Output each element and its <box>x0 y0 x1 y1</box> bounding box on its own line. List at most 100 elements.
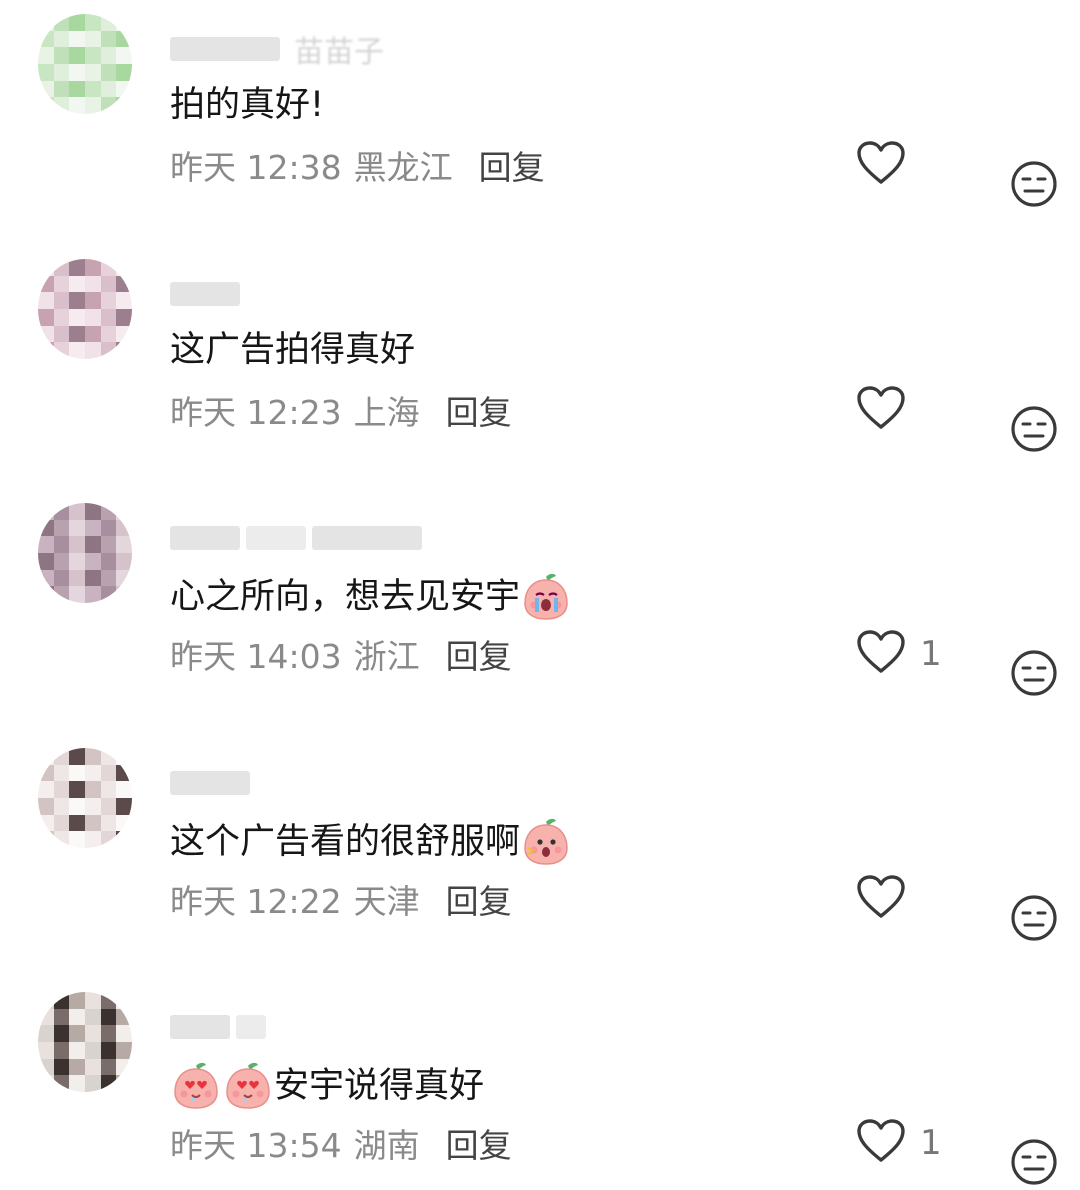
avatar-pixel <box>38 552 54 570</box>
heart-icon <box>856 874 906 924</box>
like-button[interactable]: 1 <box>856 1118 942 1168</box>
avatar-pixel <box>100 325 117 343</box>
avatar-pixel <box>69 503 85 520</box>
avatar[interactable] <box>38 503 132 603</box>
avatar-pixel <box>69 63 85 81</box>
heart-icon <box>856 140 906 190</box>
avatar-pixel <box>69 586 85 603</box>
avatar-pixel <box>116 342 132 359</box>
reply-button[interactable]: 回复 <box>446 637 512 676</box>
avatar-pixel <box>53 80 70 98</box>
avatar-pixel <box>38 781 54 798</box>
avatar-pixel <box>100 536 117 553</box>
avatar-pixel <box>85 14 101 31</box>
reply-button[interactable]: 回复 <box>446 1126 512 1165</box>
avatar-pixel <box>38 831 54 848</box>
dislike-button[interactable] <box>1010 405 1058 457</box>
avatar-pixel <box>53 519 70 537</box>
comment-text: 这广告拍得真好 <box>170 327 415 373</box>
avatar-pixel <box>100 519 117 537</box>
avatar-pixel <box>85 992 101 1009</box>
avatar-pixel <box>116 308 132 326</box>
avatar-pixel <box>85 342 101 359</box>
comment-body: 这个广告看的很舒服啊 <box>170 822 521 862</box>
dislike-face-icon <box>1010 406 1058 457</box>
avatar[interactable] <box>38 748 132 848</box>
comment-text: 心之所向，想去见安宇 <box>170 571 572 623</box>
like-button[interactable]: 1 <box>856 629 942 679</box>
avatar-pixel <box>85 1041 101 1059</box>
avatar-pixel <box>85 259 101 276</box>
username-blurred[interactable] <box>170 275 240 313</box>
avatar-pixel <box>100 97 117 114</box>
avatar-pixel <box>116 519 132 537</box>
avatar-pixel <box>69 1025 85 1042</box>
avatar-pixel <box>69 14 85 31</box>
heart-eyes-peach-emoji <box>222 1060 274 1112</box>
dislike-button[interactable] <box>1010 894 1058 946</box>
avatar-pixel <box>85 519 101 537</box>
avatar-pixel <box>100 1008 117 1026</box>
avatar-pixel <box>53 586 70 603</box>
avatar[interactable] <box>38 992 132 1092</box>
avatar-pixel <box>116 992 132 1009</box>
avatar-pixel <box>100 47 117 64</box>
avatar-pixel <box>100 342 117 359</box>
avatar-pixel <box>53 342 70 359</box>
avatar-pixel <box>100 63 117 81</box>
avatar-pixel <box>69 325 85 343</box>
heart-icon <box>856 1118 906 1168</box>
avatar[interactable] <box>38 259 132 359</box>
avatar-pixel <box>116 781 132 798</box>
avatar-pixel <box>38 47 54 64</box>
avatar-pixel <box>38 308 54 326</box>
avatar-pixel <box>53 97 70 114</box>
avatar-pixel <box>69 47 85 64</box>
comment-body: 拍的真好! <box>170 85 325 125</box>
avatar-pixel <box>38 992 54 1009</box>
avatar-pixel <box>85 80 101 98</box>
reply-button[interactable]: 回复 <box>479 148 545 187</box>
avatar-pixel <box>38 519 54 537</box>
dislike-button[interactable] <box>1010 649 1058 701</box>
like-button[interactable] <box>856 140 906 190</box>
like-button[interactable] <box>856 874 906 924</box>
username-blurred[interactable] <box>170 1008 266 1046</box>
avatar-pixel <box>69 1008 85 1026</box>
avatar-pixel <box>38 1025 54 1042</box>
username-blurred[interactable] <box>170 519 422 557</box>
avatar[interactable] <box>38 14 132 114</box>
dislike-button[interactable] <box>1010 1138 1058 1190</box>
avatar-pixel <box>69 519 85 537</box>
avatar-pixel <box>38 1008 54 1026</box>
avatar-pixel <box>116 97 132 114</box>
username-blurred[interactable]: 苗苗子 <box>170 30 384 70</box>
reply-button[interactable]: 回复 <box>446 882 512 921</box>
avatar-pixel <box>116 552 132 570</box>
avatar-pixel <box>53 275 70 293</box>
comment-text: 拍的真好! <box>170 82 324 128</box>
heart-icon <box>856 385 906 435</box>
avatar-pixel <box>85 1075 101 1092</box>
comment-body: 安宇说得真好 <box>274 1066 485 1106</box>
avatar-pixel <box>100 814 117 832</box>
avatar-pixel <box>100 1075 117 1092</box>
avatar-pixel <box>38 97 54 114</box>
heart-icon <box>856 629 906 679</box>
username-blurred[interactable] <box>170 764 250 802</box>
avatar-pixel <box>100 797 117 815</box>
dislike-button[interactable] <box>1010 160 1058 212</box>
avatar-pixel <box>69 781 85 798</box>
like-button[interactable] <box>856 385 906 435</box>
comment-body: 这广告拍得真好 <box>170 330 416 370</box>
reply-button[interactable]: 回复 <box>446 393 512 432</box>
username-partial: 苗苗子 <box>294 35 384 70</box>
avatar-pixel <box>100 503 117 520</box>
avatar-pixel <box>69 831 85 848</box>
comment-time: 昨天 14:03 <box>170 637 342 676</box>
username-block <box>170 771 250 795</box>
avatar-pixel <box>38 292 54 309</box>
comment-time: 昨天 12:23 <box>170 393 342 432</box>
avatar-pixel <box>69 342 85 359</box>
avatar-pixel <box>53 63 70 81</box>
